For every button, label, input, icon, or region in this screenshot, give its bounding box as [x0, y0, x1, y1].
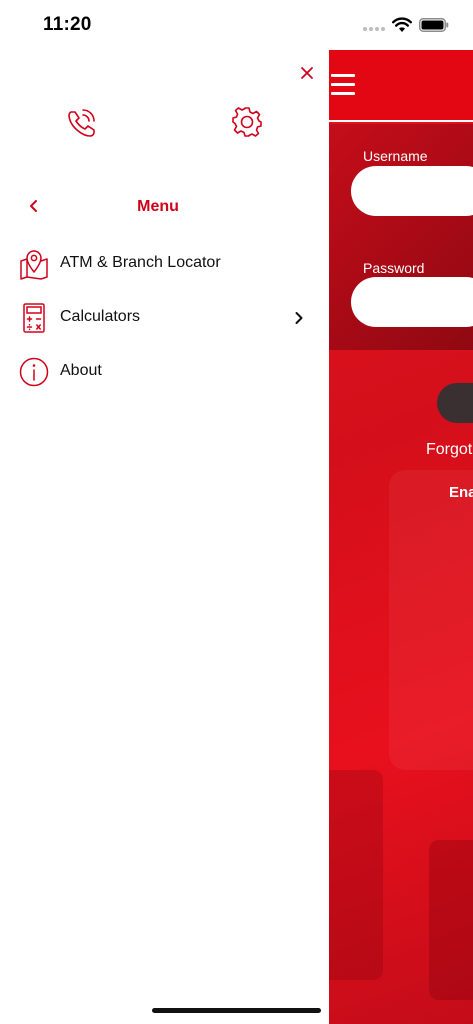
forgot-link[interactable]: Forgot: [426, 441, 472, 459]
status-bar: 11:20: [0, 0, 473, 50]
close-icon: [301, 67, 313, 79]
enable-link[interactable]: Ena: [449, 484, 473, 501]
battery-icon: [419, 18, 449, 32]
menu-item-label: Calculators: [60, 308, 141, 325]
map-pin-icon: [20, 250, 48, 280]
username-input[interactable]: [351, 166, 473, 216]
chevron-right-icon: [295, 312, 303, 324]
screen: 11:20 Username Password Forgot Ena Menu …: [0, 0, 473, 1024]
menu-item-atm-branch-locator[interactable]: ATM & Branch Locator: [0, 240, 329, 288]
username-label: Username: [363, 148, 428, 164]
background-shape: [389, 470, 473, 770]
background-shape: [429, 840, 473, 1000]
password-input[interactable]: [351, 277, 473, 327]
menu-item-about[interactable]: About: [0, 348, 329, 396]
login-button[interactable]: [437, 383, 473, 423]
gear-icon[interactable]: [230, 106, 264, 140]
calculator-icon: [23, 303, 45, 333]
status-time: 11:20: [43, 14, 92, 35]
background-shape: [329, 770, 383, 980]
login-screen: Username Password Forgot Ena: [329, 50, 473, 1024]
info-icon: [19, 357, 49, 387]
close-button[interactable]: [296, 62, 318, 84]
signal-icon: [363, 27, 385, 33]
login-top-bar: [329, 50, 473, 122]
menu-title: Menu: [137, 198, 179, 215]
home-indicator: [152, 1008, 321, 1013]
menu-item-calculators[interactable]: Calculators: [0, 294, 329, 342]
menu-item-label: ATM & Branch Locator: [60, 254, 221, 271]
menu-item-label: About: [60, 362, 102, 379]
phone-icon[interactable]: [64, 106, 98, 140]
wifi-icon: [392, 17, 412, 32]
password-label: Password: [363, 260, 425, 276]
hamburger-icon[interactable]: [331, 74, 355, 96]
side-menu-drawer: Menu ATM & Branch Locator Calculators Ab…: [0, 50, 329, 1024]
